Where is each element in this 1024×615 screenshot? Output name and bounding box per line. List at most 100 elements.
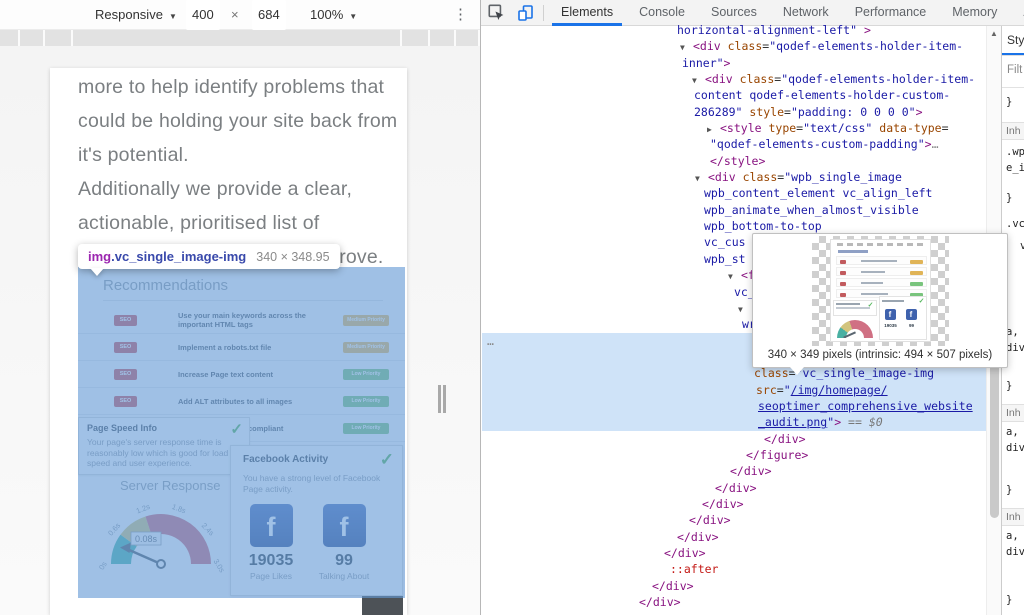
- code-token: ": [784, 383, 791, 397]
- viewport-height-input[interactable]: 684: [252, 0, 286, 30]
- code-line[interactable]: src="/img/homepage/: [482, 382, 986, 398]
- device-type-dropdown[interactable]: Responsive▼: [95, 0, 177, 30]
- code-line[interactable]: </div>: [482, 512, 986, 528]
- style-rule-fragment[interactable]: a,: [1006, 426, 1019, 438]
- code-line[interactable]: ::after: [482, 561, 986, 577]
- code-line[interactable]: 286289" style="padding: 0 0 0 0">: [482, 104, 986, 120]
- code-token: class: [736, 170, 778, 184]
- device-toolbar: Responsive▼ 400 × 684 100%▼ ⋮: [0, 0, 480, 30]
- style-rule-fragment[interactable]: vc: [1020, 240, 1024, 252]
- code-token: class: [733, 72, 775, 86]
- code-line[interactable]: </div>: [482, 463, 986, 479]
- code-token: </div>: [664, 546, 706, 560]
- code-token: "qodef-elements-holder-item-: [769, 39, 963, 53]
- device-emulation-pane: Responsive▼ 400 × 684 100%▼ ⋮ more to he…: [0, 0, 480, 615]
- styles-filter-label: Filt: [1007, 64, 1022, 76]
- style-rule-fragment[interactable]: a,: [1006, 530, 1019, 542]
- source-link[interactable]: /img/homepage/: [791, 383, 888, 397]
- code-token: =: [784, 105, 791, 119]
- device-canvas: more to help identify problems that coul…: [0, 46, 480, 615]
- style-rule-fragment[interactable]: div: [1006, 546, 1024, 558]
- style-rule-fragment[interactable]: div: [1006, 442, 1024, 454]
- code-line[interactable]: seoptimer_comprehensive_website: [482, 398, 986, 414]
- code-token: horizontal-alignment-left": [677, 23, 857, 37]
- code-line[interactable]: ▼<div class="qodef-elements-holder-item-: [482, 38, 986, 54]
- code-line[interactable]: ▼<div class="qodef-elements-holder-item-: [482, 71, 986, 87]
- page-footer-widget[interactable]: [362, 595, 403, 615]
- code-token: "padding: 0 0 0 0": [791, 105, 916, 119]
- style-rule-fragment[interactable]: }: [1006, 380, 1012, 392]
- code-token: "qodef-elements-holder-item-: [781, 72, 975, 86]
- code-line[interactable]: </div>: [482, 496, 986, 512]
- code-token: </div>: [689, 513, 731, 527]
- code-token: >: [857, 23, 871, 37]
- code-token: style: [742, 105, 784, 119]
- style-rule-fragment[interactable]: div: [1006, 342, 1024, 354]
- more-options-button[interactable]: ⋮: [453, 0, 468, 30]
- media-query-bar[interactable]: [0, 30, 480, 46]
- page-viewport: more to help identify problems that coul…: [50, 68, 407, 615]
- inspect-cursor-icon: [488, 4, 505, 21]
- code-token: class: [754, 366, 789, 380]
- code-token: …: [487, 334, 494, 348]
- media-query-segment: [73, 30, 400, 46]
- thumb-facebook-panel: ✓ f f 19035 99: [879, 296, 927, 340]
- source-link[interactable]: seoptimer_comprehensive_website: [758, 399, 973, 413]
- code-line[interactable]: inner">: [482, 55, 986, 71]
- device-toolbar-icon: [518, 5, 534, 21]
- style-rule-fragment[interactable]: e_i: [1006, 162, 1024, 174]
- style-rule-fragment[interactable]: }: [1006, 96, 1012, 108]
- inherited-section-header: Inh: [1002, 404, 1024, 422]
- inspect-highlight-overlay: [78, 267, 405, 598]
- scroll-up-arrow[interactable]: ▲: [987, 29, 1001, 38]
- style-rule-fragment[interactable]: .vc: [1006, 218, 1024, 230]
- tooltip-class-name: .vc_single_image-img: [111, 249, 246, 264]
- code-line[interactable]: _audit.png"> == $0: [482, 414, 986, 430]
- source-link[interactable]: _audit.png: [758, 415, 827, 429]
- code-line[interactable]: content qodef-elements-holder-custom-: [482, 87, 986, 103]
- viewport-resize-handle[interactable]: [438, 385, 448, 413]
- code-line[interactable]: wpb_content_element vc_align_left: [482, 185, 986, 201]
- code-line[interactable]: </div>: [482, 480, 986, 496]
- code-line[interactable]: horizontal-alignment-left" >: [482, 22, 986, 38]
- code-token: =: [942, 121, 949, 135]
- styles-filter-row[interactable]: Filt: [1002, 56, 1024, 88]
- code-line[interactable]: </figure>: [482, 447, 986, 463]
- code-token: content qodef-elements-holder-custom-: [694, 88, 950, 102]
- tooltip-tag-name: img: [88, 249, 111, 264]
- tab-styles[interactable]: Sty: [1007, 33, 1024, 47]
- code-token: >: [916, 105, 923, 119]
- code-line[interactable]: "qodef-elements-custom-padding">…: [482, 136, 986, 152]
- code-line[interactable]: </div>: [482, 529, 986, 545]
- code-token: wpb_st: [704, 252, 746, 266]
- tab-application[interactable]: Application: [1010, 0, 1024, 26]
- thumb-gauge: [837, 320, 873, 338]
- code-line[interactable]: wpb_animate_when_almost_visible: [482, 202, 986, 218]
- code-token: </div>: [730, 464, 772, 478]
- style-rule-fragment[interactable]: }: [1006, 594, 1012, 606]
- code-token: ::after: [670, 562, 718, 576]
- code-token: =: [777, 383, 784, 397]
- code-line[interactable]: </div>: [482, 578, 986, 594]
- code-line[interactable]: </div>: [482, 545, 986, 561]
- media-query-segment: [20, 30, 44, 46]
- code-token: <div: [705, 72, 733, 86]
- code-line[interactable]: ▶<style type="text/css" data-type=: [482, 120, 986, 136]
- code-line[interactable]: </div>: [482, 431, 986, 447]
- code-token: <div: [708, 170, 736, 184]
- code-line[interactable]: ▼<div class="wpb_single_image: [482, 169, 986, 185]
- code-token: == $0: [841, 415, 883, 429]
- style-rule-fragment[interactable]: }: [1006, 192, 1012, 204]
- code-token: "qodef-elements-custom-padding": [710, 137, 925, 151]
- page-paragraph: more to help identify problems that coul…: [78, 70, 400, 172]
- style-rule-fragment[interactable]: .wp: [1006, 146, 1024, 158]
- code-token: </div>: [715, 481, 757, 495]
- style-rule-fragment[interactable]: }: [1006, 484, 1012, 496]
- code-line[interactable]: </style>: [482, 153, 986, 169]
- zoom-dropdown[interactable]: 100%▼: [310, 0, 357, 30]
- active-tab-underline: [1002, 53, 1024, 56]
- viewport-width-input[interactable]: 400: [186, 0, 220, 30]
- code-token: </div>: [639, 595, 681, 609]
- inspect-element-tooltip: img.vc_single_image-img 340 × 348.95: [78, 244, 340, 269]
- code-line[interactable]: </div>: [482, 594, 986, 610]
